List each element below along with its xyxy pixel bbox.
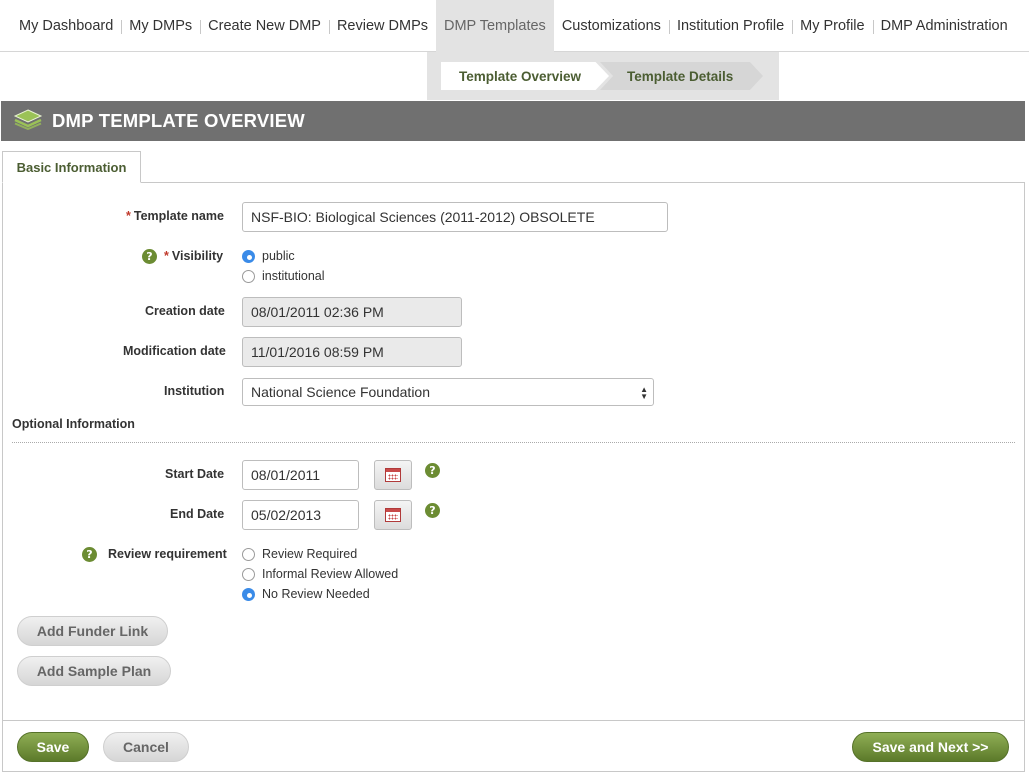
cancel-button[interactable]: Cancel xyxy=(103,732,189,762)
save-button[interactable]: Save xyxy=(17,732,89,762)
visibility-label: * Visibility xyxy=(164,249,224,263)
modification-date-label: Modification date xyxy=(123,344,226,358)
calendar-icon xyxy=(385,468,401,482)
visibility-option-public[interactable]: public xyxy=(242,249,295,263)
end-date-help-icon[interactable]: ? xyxy=(425,503,440,518)
step-template-details[interactable]: Template Details xyxy=(600,62,763,90)
nav-my-profile[interactable]: My Profile xyxy=(792,0,872,52)
visibility-help-icon[interactable]: ? xyxy=(142,249,157,264)
layers-icon xyxy=(13,108,43,135)
radio-review-required[interactable] xyxy=(242,547,255,561)
page-title: DMP TEMPLATE OVERVIEW xyxy=(52,110,305,131)
radio-public-label: public xyxy=(262,249,295,263)
page: My Dashboard My DMPs Create New DMP Revi… xyxy=(0,0,1029,776)
radio-institutional[interactable] xyxy=(242,269,255,283)
review-option-required[interactable]: Review Required xyxy=(242,547,357,561)
title-bar: DMP TEMPLATE OVERVIEW xyxy=(1,101,1025,141)
radio-institutional-label: institutional xyxy=(262,269,325,283)
nav-dmp-administration[interactable]: DMP Administration xyxy=(872,0,1016,52)
radio-no-review-label: No Review Needed xyxy=(262,587,370,601)
nav-my-dashboard[interactable]: My Dashboard xyxy=(11,0,121,52)
start-date-label: Start Date xyxy=(165,467,225,481)
radio-public[interactable] xyxy=(242,249,255,263)
review-option-none[interactable]: No Review Needed xyxy=(242,587,370,601)
optional-information-heading: Optional Information xyxy=(12,417,135,431)
nav-dmp-templates[interactable]: DMP Templates xyxy=(436,0,554,52)
end-date-label: End Date xyxy=(170,507,225,521)
radio-no-review[interactable] xyxy=(242,587,255,601)
creation-date-field: 08/01/2011 02:36 PM xyxy=(242,297,462,327)
footer-divider xyxy=(2,720,1025,721)
institution-label: Institution xyxy=(164,384,225,398)
review-requirement-label: Review requirement xyxy=(108,547,227,561)
end-date-field[interactable]: 05/02/2013 xyxy=(242,500,359,530)
template-name-field[interactable]: NSF-BIO: Biological Sciences (2011-2012)… xyxy=(242,202,668,232)
step-template-overview[interactable]: Template Overview xyxy=(441,62,609,90)
end-date-calendar-button[interactable] xyxy=(374,500,412,530)
start-date-help-icon[interactable]: ? xyxy=(425,463,440,478)
institution-select-value: National Science Foundation xyxy=(251,384,431,400)
tab-basic-information[interactable]: Basic Information xyxy=(2,151,141,183)
calendar-icon xyxy=(385,508,401,522)
visibility-option-institutional[interactable]: institutional xyxy=(242,269,325,283)
nav-my-dmps[interactable]: My DMPs xyxy=(121,0,200,52)
start-date-field[interactable]: 08/01/2011 xyxy=(242,460,359,490)
save-and-next-button[interactable]: Save and Next >> xyxy=(852,732,1009,762)
select-arrows-icon: ▲ ▼ xyxy=(640,385,648,401)
nav-institution-profile[interactable]: Institution Profile xyxy=(668,0,792,52)
add-funder-link-button[interactable]: Add Funder Link xyxy=(17,616,168,646)
modification-date-field: 11/01/2016 08:59 PM xyxy=(242,337,462,367)
nav-customizations[interactable]: Customizations xyxy=(554,0,669,52)
creation-date-label: Creation date xyxy=(145,304,225,318)
nav-review-dmps[interactable]: Review DMPs xyxy=(328,0,436,52)
review-help-icon[interactable]: ? xyxy=(82,547,97,562)
nav-create-new-dmp[interactable]: Create New DMP xyxy=(200,0,329,52)
required-mark: * xyxy=(126,209,131,223)
institution-select[interactable]: National Science Foundation ▲ ▼ xyxy=(242,378,654,406)
top-nav: My Dashboard My DMPs Create New DMP Revi… xyxy=(0,0,1029,52)
required-mark: * xyxy=(164,249,169,263)
radio-informal-review-label: Informal Review Allowed xyxy=(262,567,399,581)
template-name-label: * Template name xyxy=(126,209,224,223)
review-option-informal[interactable]: Informal Review Allowed xyxy=(242,567,398,581)
add-sample-plan-button[interactable]: Add Sample Plan xyxy=(17,656,171,686)
section-divider xyxy=(12,442,1015,443)
radio-informal-review[interactable] xyxy=(242,567,255,581)
start-date-calendar-button[interactable] xyxy=(374,460,412,490)
radio-review-required-label: Review Required xyxy=(262,547,358,561)
